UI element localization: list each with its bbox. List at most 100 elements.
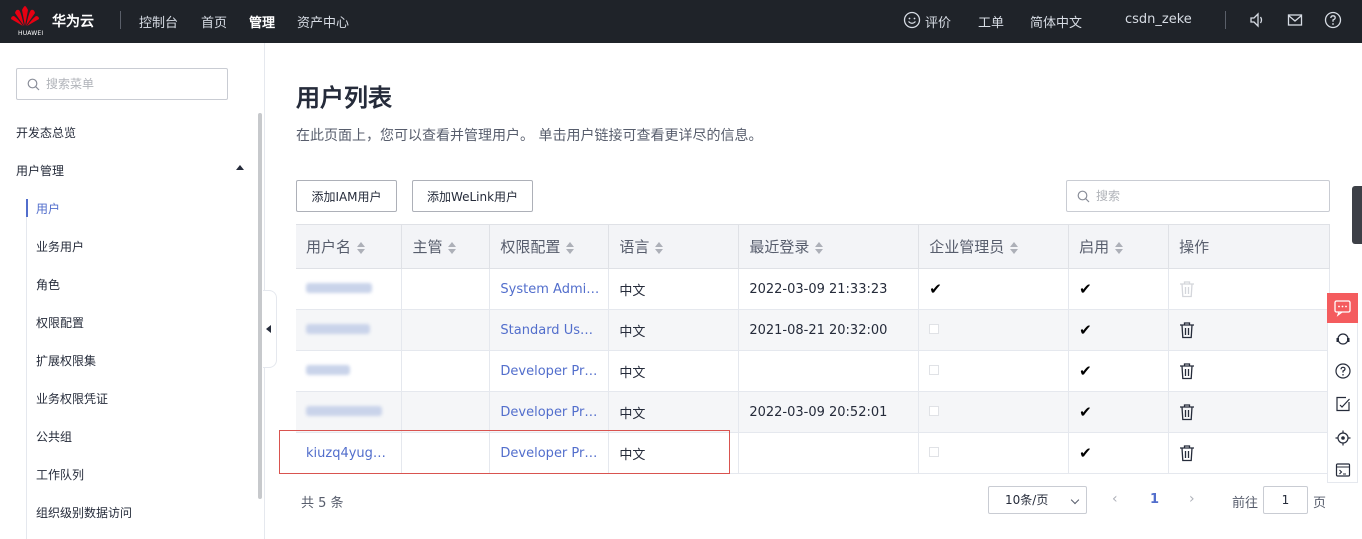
user-account[interactable]: csdn_zeke: [1125, 12, 1192, 27]
sort-icon[interactable]: [655, 241, 664, 254]
sidebar-item-business-credentials[interactable]: 业务权限凭证: [36, 390, 108, 407]
annotation-highlight-box: [279, 430, 730, 474]
permission-cell[interactable]: Developer Pr…: [489, 391, 610, 433]
username-cell[interactable]: [296, 309, 403, 351]
table-row: System Admi… 中文 2022-03-09 21:33:23 ✔ ✔: [296, 268, 1330, 310]
sidebar-group-user-management[interactable]: 用户管理: [16, 162, 64, 179]
blurred-username[interactable]: [306, 405, 382, 416]
enterprise-admin-cell: ✔: [918, 268, 1070, 310]
permission-cell[interactable]: Standard Us…: [489, 309, 610, 351]
page-description: 在此页面上，您可以查看并管理用户。 单击用户链接可查看更详尽的信息。: [296, 128, 763, 144]
sidebar-search-box[interactable]: [16, 68, 228, 100]
nav-console[interactable]: 控制台: [139, 12, 178, 31]
sidebar-item-public-groups[interactable]: 公共组: [36, 428, 72, 445]
add-iam-user-button[interactable]: 添加IAM用户: [296, 180, 397, 212]
ticket-link[interactable]: 工单: [978, 12, 1004, 31]
checkmark-icon: ✔: [1079, 321, 1092, 339]
nav-home[interactable]: 首页: [201, 12, 227, 31]
column-header-enabled[interactable]: 启用: [1068, 224, 1170, 269]
sidebar-item-overview[interactable]: 开发态总览: [16, 124, 76, 141]
last-login-cell: [738, 350, 920, 392]
enabled-cell: ✔: [1068, 350, 1170, 392]
sidebar-search-input[interactable]: [46, 77, 206, 91]
trash-icon[interactable]: [1179, 403, 1195, 421]
username-cell[interactable]: [296, 391, 403, 433]
sort-icon[interactable]: [1115, 241, 1124, 254]
language-switch[interactable]: 简体中文: [1030, 12, 1082, 31]
search-icon: [27, 78, 40, 90]
sidebar-item-permission-config[interactable]: 权限配置: [36, 314, 84, 331]
help-icon[interactable]: [1324, 11, 1342, 29]
column-header-last-login[interactable]: 最近登录: [738, 224, 920, 269]
sort-icon[interactable]: [448, 241, 457, 254]
next-page-icon[interactable]: ›: [1189, 491, 1195, 507]
column-header-supervisor[interactable]: 主管: [401, 224, 491, 269]
trash-icon[interactable]: [1179, 362, 1195, 380]
help-icon[interactable]: [1335, 363, 1351, 379]
sidebar-collapse-handle[interactable]: [263, 290, 277, 368]
table-row: Developer Pr… 中文 ✔: [296, 350, 1330, 392]
language-cell: 中文: [608, 391, 740, 433]
enabled-cell: ✔: [1068, 268, 1170, 310]
sort-icon[interactable]: [566, 241, 575, 254]
terminal-icon[interactable]: [1335, 462, 1351, 478]
locate-icon[interactable]: [1335, 430, 1351, 446]
sidebar-scrollbar[interactable]: [258, 113, 262, 499]
trash-icon[interactable]: [1179, 444, 1195, 462]
caret-up-icon[interactable]: [236, 165, 244, 170]
sidebar-item-business-users[interactable]: 业务用户: [36, 238, 84, 255]
add-welink-user-button[interactable]: 添加WeLink用户: [412, 180, 533, 212]
user-search-input[interactable]: [1096, 189, 1296, 203]
trash-icon[interactable]: [1179, 321, 1195, 339]
column-header-username[interactable]: 用户名: [296, 224, 403, 269]
column-header-language[interactable]: 语言: [608, 224, 740, 269]
column-header-enterprise-admin[interactable]: 企业管理员: [918, 224, 1070, 269]
column-header-permission[interactable]: 权限配置: [489, 224, 610, 269]
unchecked-icon: [929, 446, 940, 457]
blurred-username[interactable]: [306, 364, 350, 375]
language-cell: 中文: [608, 309, 740, 351]
page-title: 用户列表: [296, 84, 392, 112]
mail-icon[interactable]: [1286, 11, 1304, 29]
sidebar-item-users[interactable]: 用户: [36, 200, 60, 217]
sort-icon[interactable]: [1010, 241, 1019, 254]
sidebar-item-roles[interactable]: 角色: [36, 276, 60, 293]
checkmark-icon: ✔: [1079, 280, 1092, 298]
huawei-logo[interactable]: HUAWEI: [10, 4, 44, 38]
nav-management[interactable]: 管理: [249, 12, 275, 31]
user-search-box[interactable]: [1066, 180, 1330, 212]
supervisor-cell: [401, 350, 491, 392]
page-size-select[interactable]: 10条/页: [988, 486, 1087, 514]
permission-cell[interactable]: Developer Pr…: [489, 350, 610, 392]
chat-button[interactable]: [1327, 293, 1358, 323]
sort-icon[interactable]: [357, 241, 366, 254]
prev-page-icon[interactable]: ‹: [1112, 491, 1118, 507]
goto-page-input[interactable]: [1263, 486, 1308, 514]
sidebar-item-extended-permissions[interactable]: 扩展权限集: [36, 352, 96, 369]
enabled-cell: ✔: [1068, 432, 1170, 474]
headset-icon[interactable]: [1335, 331, 1351, 347]
speaker-icon[interactable]: [1248, 11, 1266, 29]
permission-cell[interactable]: System Admi…: [489, 268, 610, 310]
smiley-icon[interactable]: [903, 11, 921, 29]
blurred-username[interactable]: [306, 282, 372, 293]
nav-asset-center[interactable]: 资产中心: [297, 12, 349, 31]
current-page-number[interactable]: 1: [1150, 492, 1159, 507]
sidebar-item-org-data-access[interactable]: 组织级别数据访问: [36, 504, 132, 521]
blurred-username[interactable]: [306, 323, 370, 334]
logo-text: HUAWEI: [18, 30, 44, 37]
actions-cell: [1168, 268, 1330, 310]
last-login-cell: 2022-03-09 21:33:23: [738, 268, 920, 310]
language-cell: 中文: [608, 350, 740, 392]
enabled-cell: ✔: [1068, 391, 1170, 433]
table-row: Standard Us… 中文 2021-08-21 20:32:00 ✔: [296, 309, 1330, 351]
rating-link[interactable]: 评价: [925, 12, 951, 31]
username-cell[interactable]: [296, 268, 403, 310]
edge-tab[interactable]: [1352, 186, 1362, 244]
sidebar-item-work-queues[interactable]: 工作队列: [36, 466, 84, 483]
brand-name[interactable]: 华为云: [52, 11, 94, 31]
feedback-icon[interactable]: [1335, 396, 1351, 412]
username-cell[interactable]: [296, 350, 403, 392]
goto-label: 前往: [1232, 496, 1259, 511]
sort-icon[interactable]: [815, 241, 824, 254]
